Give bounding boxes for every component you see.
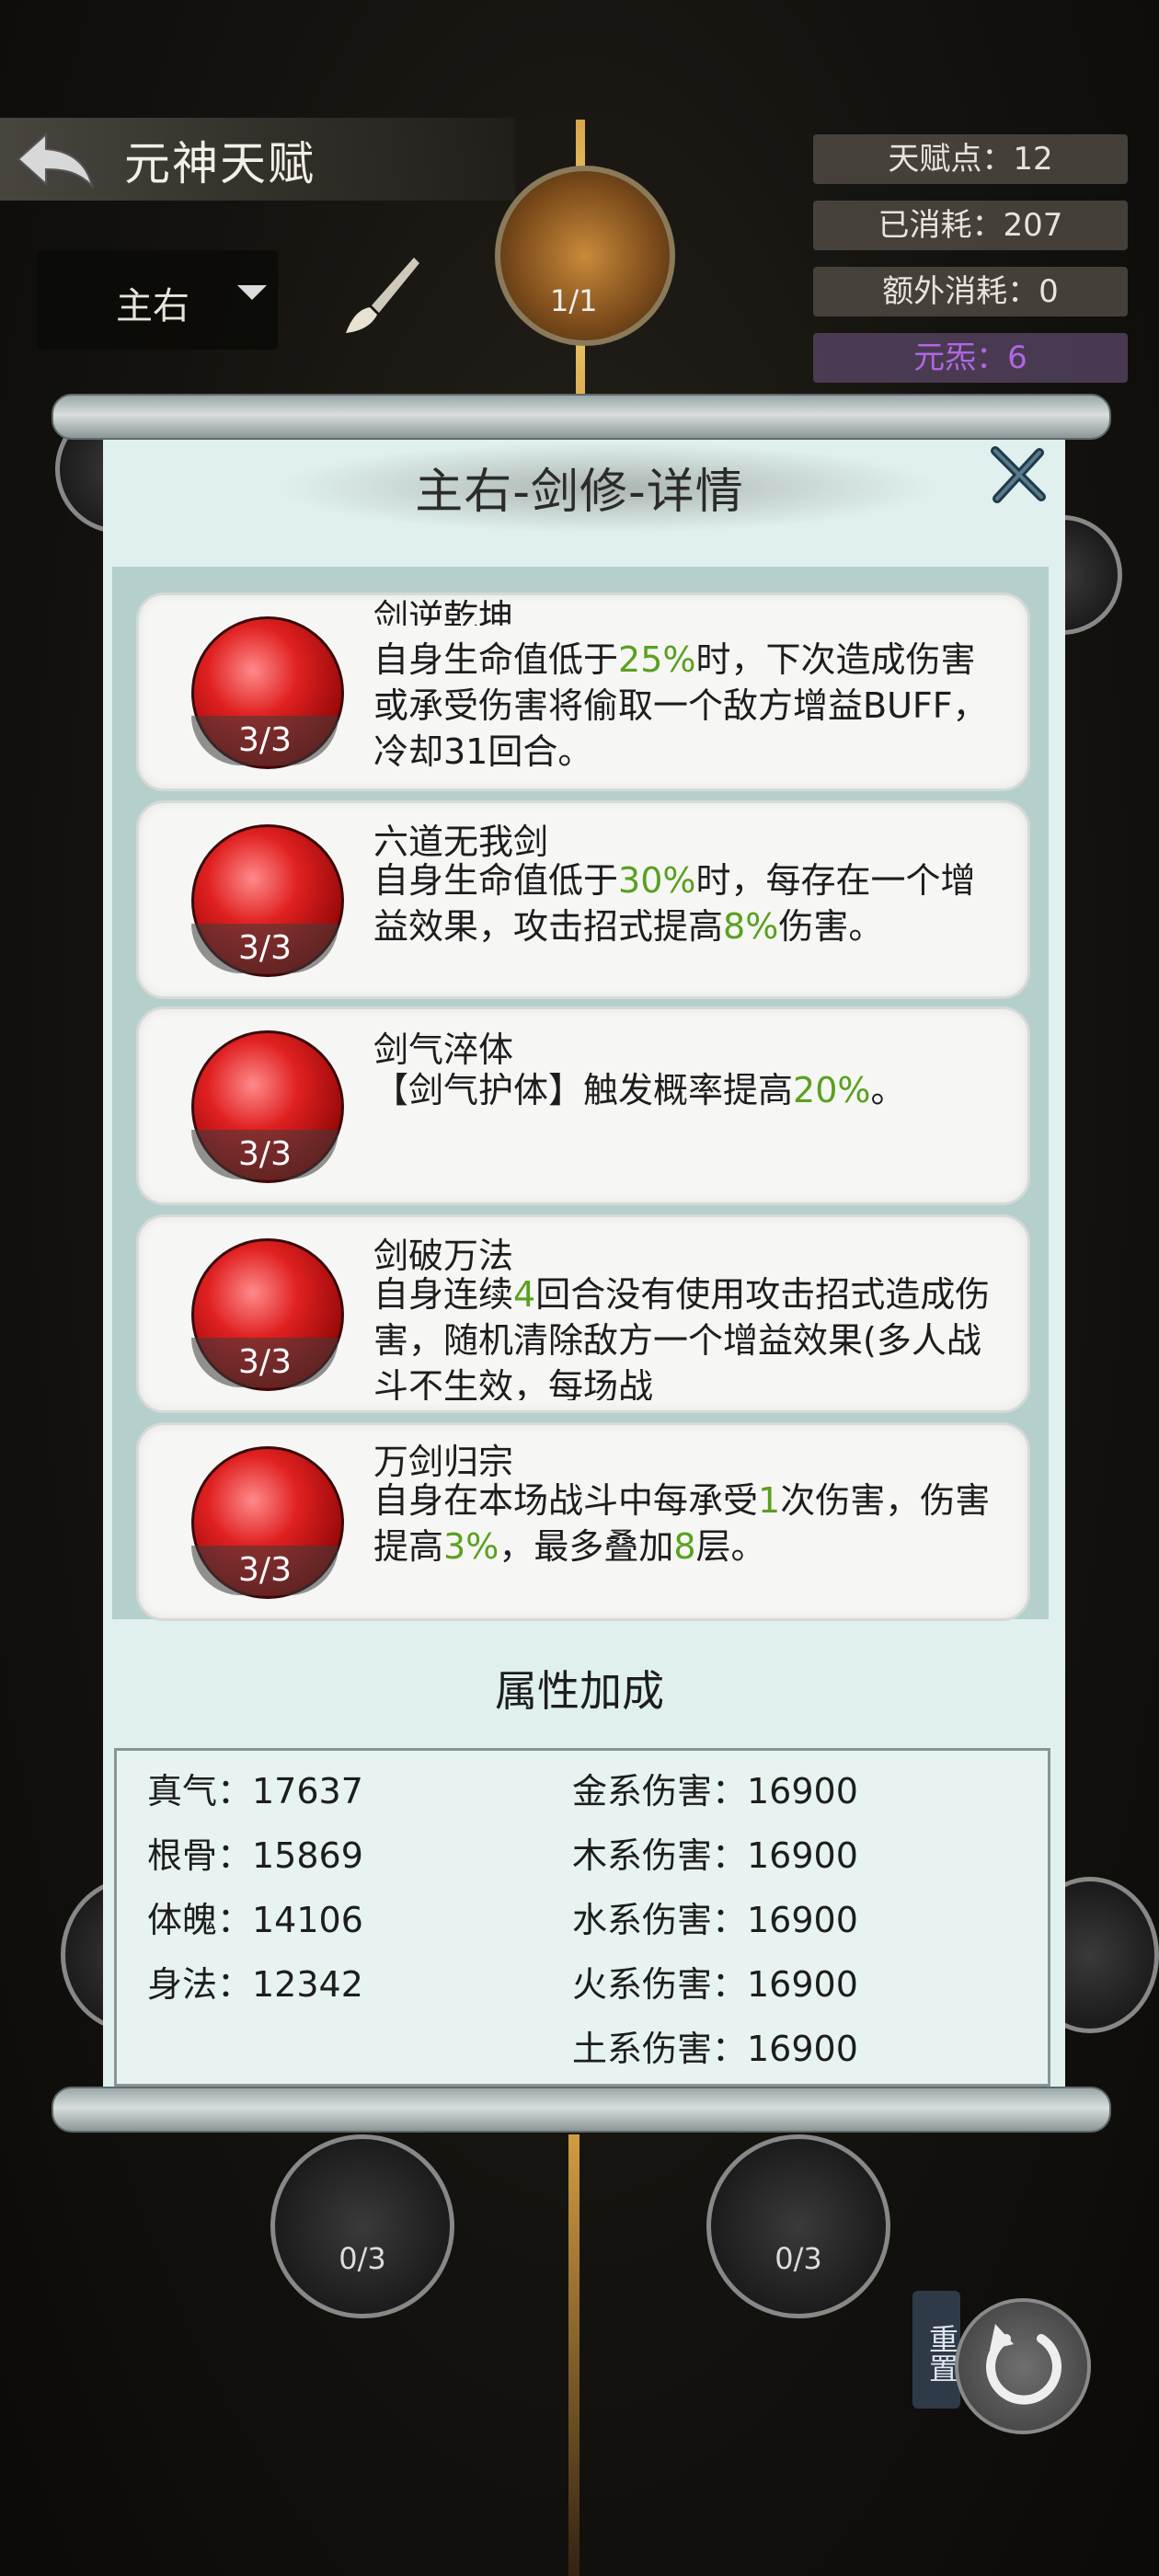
attr-right: 木系伤害：16900	[572, 1835, 858, 1876]
skill-desc: 自身生命值低于25%时，下次造成伤害或承受伤害将偷取一个敌方增益BUFF，冷却3…	[373, 639, 988, 772]
top-talent-node[interactable]	[495, 166, 675, 346]
skill-name: 剑气淬体	[373, 1029, 514, 1070]
attributes-section-title: 属性加成	[495, 1666, 664, 1716]
reset-icon	[986, 2324, 1061, 2405]
skill-count: 3/3	[238, 721, 292, 759]
attr-left: 真气：17637	[147, 1771, 363, 1811]
attr-left: 体魄：14106	[147, 1900, 363, 1940]
skill-count: 3/3	[238, 929, 292, 967]
attr-right: 水系伤害：16900	[572, 1900, 858, 1940]
skill-count: 3/3	[238, 1135, 292, 1173]
skill-count: 3/3	[238, 1551, 292, 1589]
back-arrow-icon[interactable]	[13, 129, 96, 190]
skill-name: 六道无我剑	[373, 822, 549, 862]
attr-right: 土系伤害：16900	[572, 2029, 858, 2069]
stat-extra-consumed: 额外消耗：0	[813, 267, 1128, 316]
attr-left: 根骨：15869	[147, 1835, 363, 1876]
stat-consumed: 已消耗：207	[813, 201, 1128, 250]
bottom-node-left[interactable]	[270, 2134, 454, 2318]
bottom-node-right[interactable]	[706, 2134, 890, 2318]
skill-desc: 自身连续4回合没有使用攻击招式造成伤害，随机清除敌方一个增益效果(多人战斗不生效…	[373, 1274, 991, 1400]
top-node-count: 1/1	[550, 283, 598, 318]
talent-axis-bottom	[568, 2134, 580, 2576]
reset-label: 重置	[912, 2291, 960, 2409]
skill-name: 剑破万法	[373, 1236, 514, 1276]
attr-right: 火系伤害：16900	[572, 1964, 858, 2005]
skill-desc: 自身在本场战斗中每承受1次伤害，伤害提高3%，最多叠加8层。	[373, 1480, 991, 1567]
skill-desc: 自身生命值低于30%时，每存在一个增益效果，攻击招式提高8%伤害。	[373, 860, 976, 947]
panel-title: 主右-剑修-详情	[415, 465, 744, 520]
attr-left: 身法：12342	[147, 1964, 363, 2005]
bottom-node-left-count: 0/3	[339, 2241, 386, 2276]
attr-right: 金系伤害：16900	[572, 1771, 858, 1811]
bottom-node-right-count: 0/3	[775, 2241, 822, 2276]
skill-count: 3/3	[238, 1343, 292, 1381]
skill-name: 剑逆乾坤	[373, 597, 514, 626]
reset-button[interactable]	[955, 2298, 1091, 2434]
scroll-rod-bottom	[52, 2087, 1111, 2133]
page-title: 元神天赋	[124, 137, 316, 190]
skill-desc: 【剑气护体】触发概率提高20%。	[373, 1070, 906, 1110]
stat-yuanqi: 元炁：6	[813, 333, 1128, 383]
scroll-rod-top	[52, 394, 1111, 440]
skill-name: 万剑归宗	[373, 1442, 514, 1482]
stat-talent-points: 天赋点：12	[813, 134, 1128, 184]
close-icon[interactable]	[986, 443, 1050, 508]
brush-icon[interactable]	[335, 248, 427, 340]
branch-dropdown-value: 主右	[116, 285, 189, 328]
chevron-down-icon	[237, 285, 267, 300]
